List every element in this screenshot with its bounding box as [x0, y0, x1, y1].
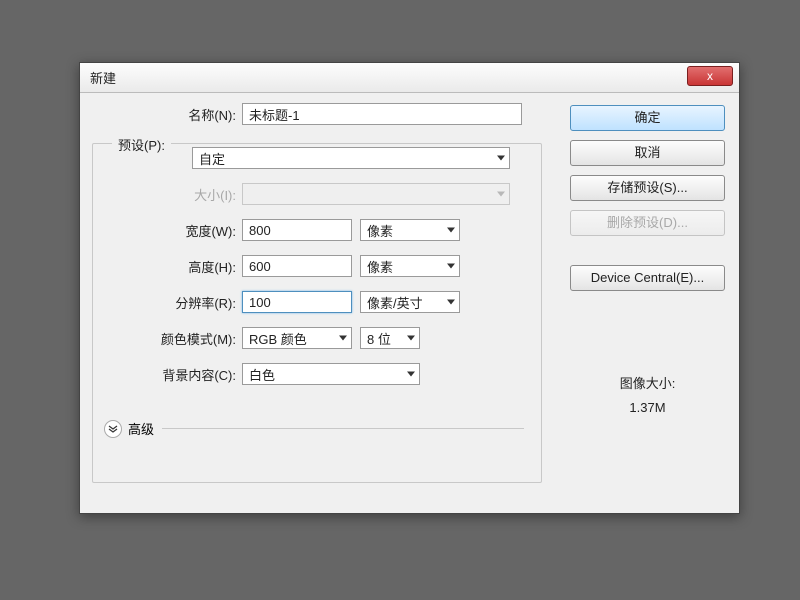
image-size-info: 图像大小: 1.37M [570, 373, 725, 415]
width-unit-select[interactable]: 像素 [360, 219, 460, 241]
preset-inner-rows: 自定 大小(I): 宽度(W): 像素 高度( [92, 155, 532, 397]
width-row: 宽度(W): 像素 [92, 217, 532, 243]
save-preset-button[interactable]: 存储预设(S)... [570, 175, 725, 201]
image-size-value: 1.37M [570, 400, 725, 415]
device-central-label: Device Central(E)... [591, 270, 704, 285]
save-preset-label: 存储预设(S)... [607, 180, 687, 195]
height-unit-select[interactable]: 像素 [360, 255, 460, 277]
close-button[interactable]: x [687, 66, 733, 86]
advanced-divider [162, 428, 524, 429]
height-input[interactable] [242, 255, 352, 277]
name-label: 名称(N): [92, 105, 242, 124]
size-label: 大小(I): [92, 185, 242, 204]
chevron-double-down-icon [108, 424, 118, 434]
image-size-label: 图像大小: [570, 373, 725, 392]
colordepth-select[interactable]: 8 位 [360, 327, 420, 349]
width-label: 宽度(W): [92, 221, 242, 240]
preset-select[interactable]: 自定 [192, 147, 510, 169]
colormode-label: 颜色模式(M): [92, 329, 242, 348]
bg-select[interactable]: 白色 [242, 363, 420, 385]
ok-button[interactable]: 确定 [570, 105, 725, 131]
height-label: 高度(H): [92, 257, 242, 276]
caret-down-icon [339, 336, 347, 341]
dialog-title: 新建 [90, 68, 116, 87]
new-document-dialog: 新建 x 名称(N): 预设(P): 自定 大小( [79, 62, 740, 514]
resolution-input[interactable] [242, 291, 352, 313]
width-unit-value: 像素 [367, 221, 393, 240]
resolution-unit-select[interactable]: 像素/英寸 [360, 291, 460, 313]
size-row: 大小(I): [92, 181, 532, 207]
preset-row: 自定 [92, 145, 532, 171]
cancel-button-label: 取消 [634, 145, 660, 160]
colordepth-value: 8 位 [367, 329, 391, 348]
name-row: 名称(N): [92, 101, 542, 127]
resolution-unit-value: 像素/英寸 [367, 293, 423, 312]
advanced-toggle[interactable] [104, 420, 122, 438]
ok-button-label: 确定 [634, 110, 660, 125]
caret-down-icon [447, 300, 455, 305]
close-icon: x [707, 69, 713, 83]
preset-value: 自定 [199, 149, 225, 168]
colormode-row: 颜色模式(M): RGB 颜色 8 位 [92, 325, 532, 351]
caret-down-icon [497, 192, 505, 197]
resolution-row: 分辨率(R): 像素/英寸 [92, 289, 532, 315]
cancel-button[interactable]: 取消 [570, 140, 725, 166]
colormode-value: RGB 颜色 [249, 329, 307, 348]
width-input[interactable] [242, 219, 352, 241]
advanced-label: 高级 [128, 419, 154, 438]
caret-down-icon [447, 264, 455, 269]
resolution-label: 分辨率(R): [92, 293, 242, 312]
name-input[interactable] [242, 103, 522, 125]
advanced-row: 高级 [104, 419, 524, 438]
device-central-button[interactable]: Device Central(E)... [570, 265, 725, 291]
height-row: 高度(H): 像素 [92, 253, 532, 279]
button-column: 确定 取消 存储预设(S)... 删除预设(D)... Device Centr… [570, 105, 725, 300]
bg-row: 背景内容(C): 白色 [92, 361, 532, 387]
colormode-select[interactable]: RGB 颜色 [242, 327, 352, 349]
height-unit-value: 像素 [367, 257, 393, 276]
bg-label: 背景内容(C): [92, 365, 242, 384]
bg-value: 白色 [249, 365, 275, 384]
delete-preset-label: 删除预设(D)... [607, 215, 688, 230]
delete-preset-button: 删除预设(D)... [570, 210, 725, 236]
dialog-body: 名称(N): 预设(P): 自定 大小(I): [80, 93, 739, 513]
main-form-area: 名称(N): [92, 101, 542, 137]
titlebar[interactable]: 新建 x [80, 63, 739, 93]
caret-down-icon [447, 228, 455, 233]
caret-down-icon [407, 336, 415, 341]
caret-down-icon [407, 372, 415, 377]
caret-down-icon [497, 156, 505, 161]
size-select [242, 183, 510, 205]
